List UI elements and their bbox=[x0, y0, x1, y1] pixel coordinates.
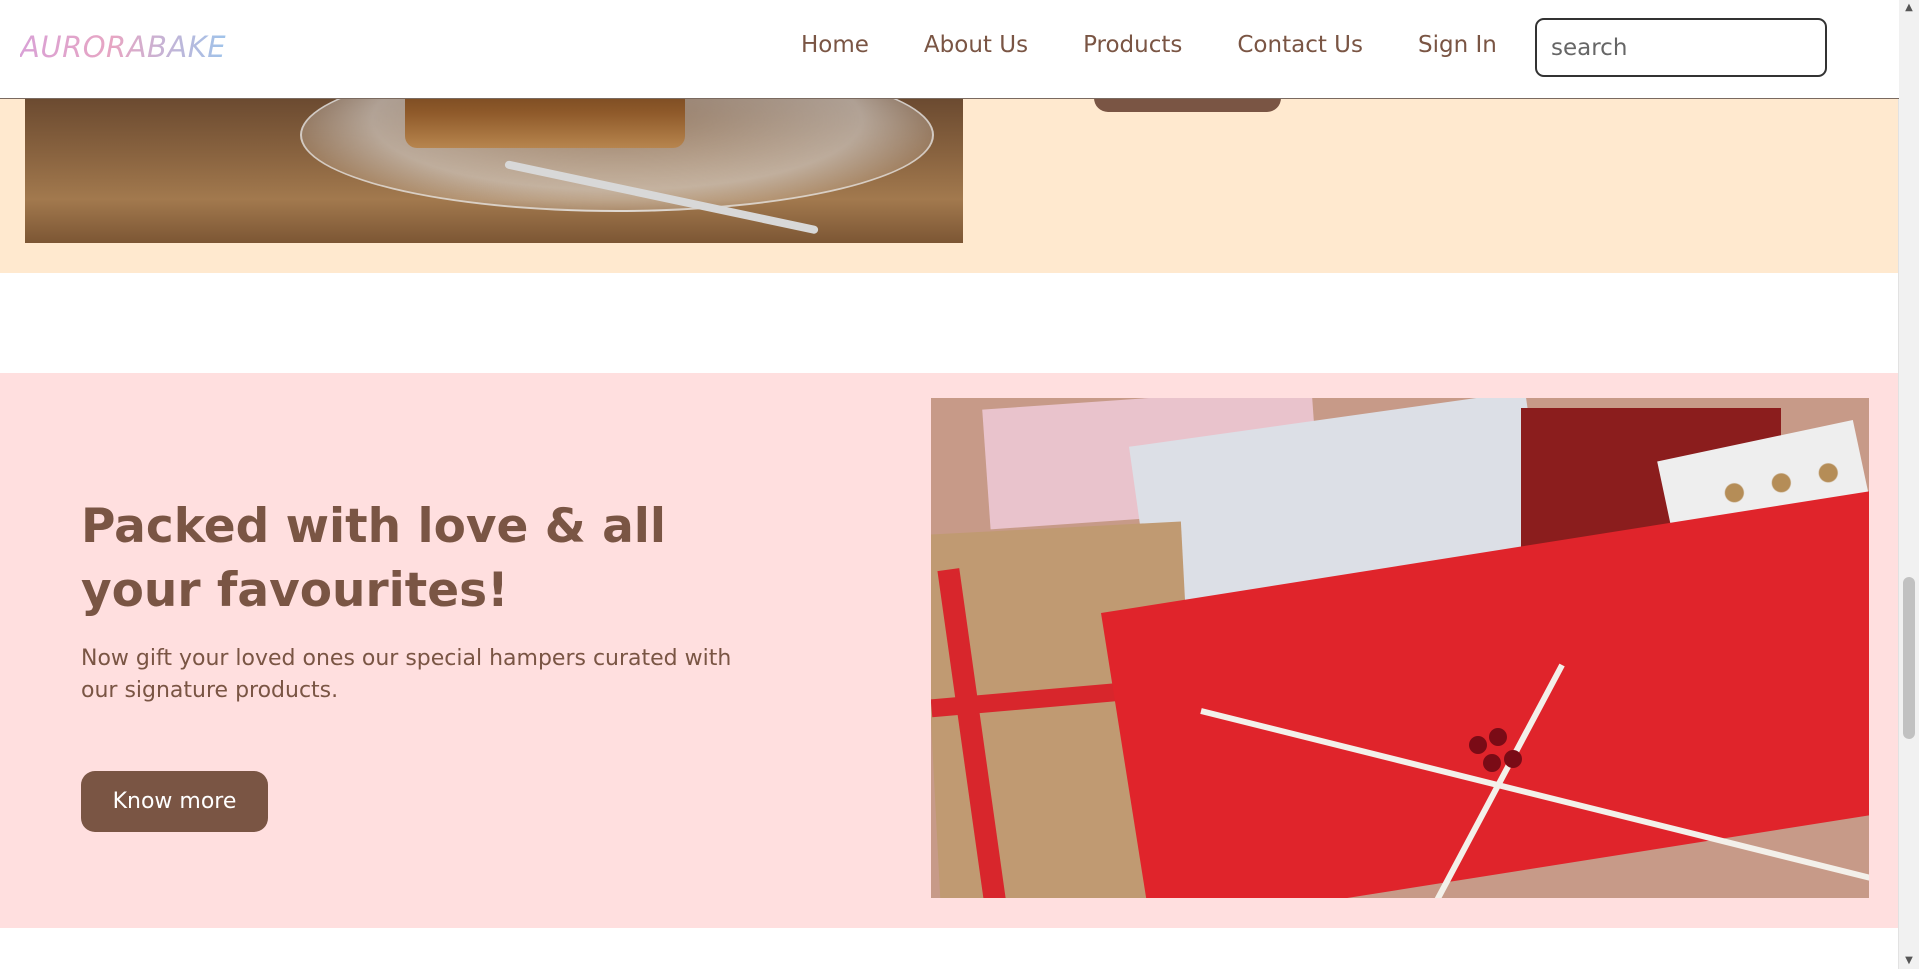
search-input[interactable] bbox=[1535, 18, 1827, 77]
nav-menu: Home About Us Products Contact Us Sign I… bbox=[801, 32, 1497, 58]
scroll-up-arrow-icon[interactable]: ▲ bbox=[1899, 0, 1919, 16]
gift-boxes-photo bbox=[931, 398, 1869, 898]
berry bbox=[1489, 728, 1507, 746]
know-more-button[interactable]: Know more bbox=[81, 771, 268, 832]
berry bbox=[1483, 754, 1501, 772]
nav-link-about-us[interactable]: About Us bbox=[924, 32, 1028, 58]
scroll-down-arrow-icon[interactable]: ▼ bbox=[1899, 953, 1919, 969]
page-scrollbar[interactable]: ▲ ▼ bbox=[1898, 0, 1919, 969]
nav-link-home[interactable]: Home bbox=[801, 32, 869, 58]
scrollbar-thumb[interactable] bbox=[1903, 577, 1915, 739]
nav-link-contact-us[interactable]: Contact Us bbox=[1237, 32, 1363, 58]
berry bbox=[1469, 736, 1487, 754]
cake-slice bbox=[405, 98, 685, 148]
cake-section-button[interactable] bbox=[1094, 98, 1281, 112]
hamper-section: Packed with love & all your favourites! … bbox=[0, 373, 1899, 928]
nav-link-products[interactable]: Products bbox=[1083, 32, 1182, 58]
cake-photo bbox=[25, 98, 963, 243]
brand-logo[interactable]: AURORABAKE bbox=[20, 30, 226, 64]
hamper-description: Now gift your loved ones our special ham… bbox=[81, 646, 732, 703]
cake-section bbox=[0, 98, 1899, 273]
hamper-headline: Packed with love & all your favourites! bbox=[81, 499, 667, 618]
nav-link-sign-in[interactable]: Sign In bbox=[1418, 32, 1497, 58]
berry bbox=[1504, 750, 1522, 768]
navbar: AURORABAKE Home About Us Products Contac… bbox=[0, 0, 1899, 99]
